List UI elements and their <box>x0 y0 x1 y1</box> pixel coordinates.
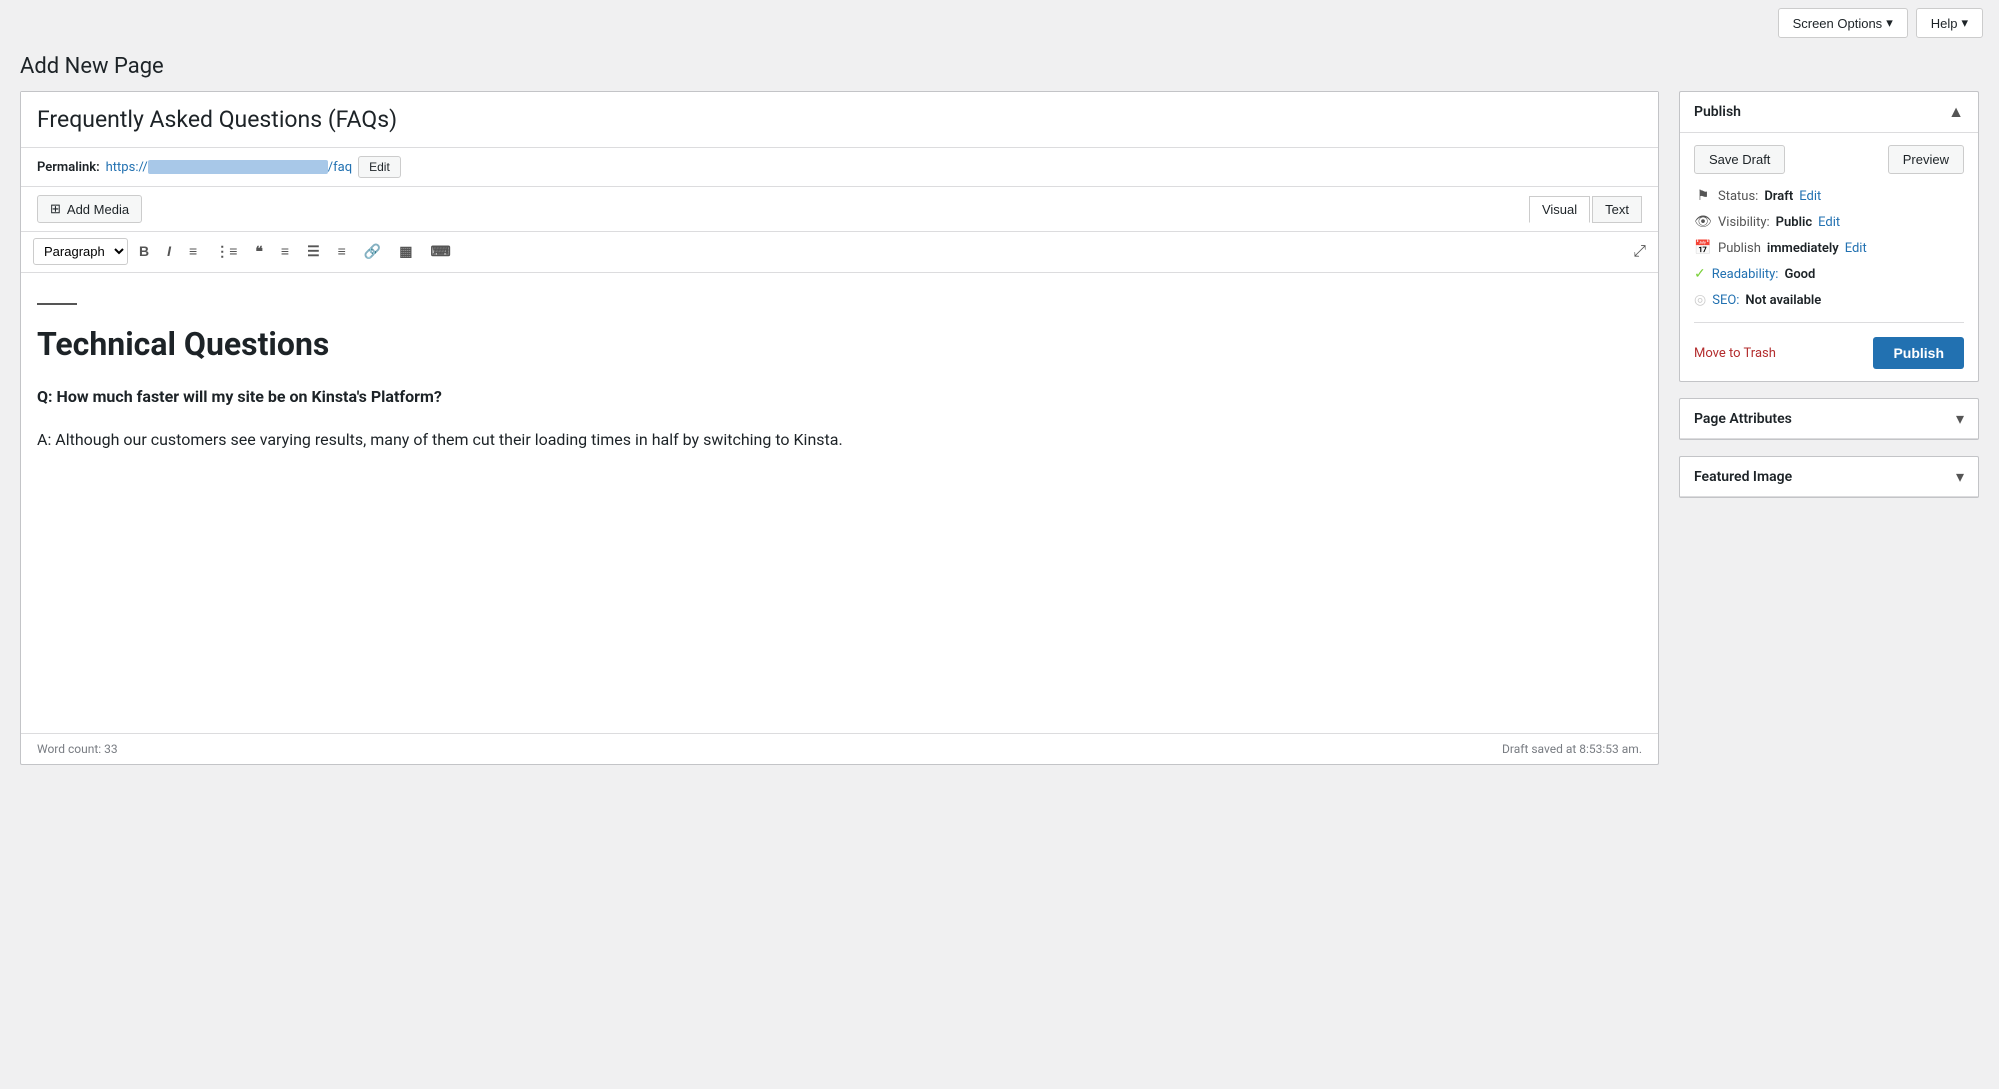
permalink-blurred <box>148 160 328 174</box>
help-chevron-icon: ▾ <box>1961 15 1968 31</box>
permalink-edit-button[interactable]: Edit <box>358 156 401 178</box>
page-attributes-title: Page Attributes <box>1694 411 1792 427</box>
word-count: Word count: 33 <box>37 742 118 756</box>
editor-answer: A: Although our customers see varying re… <box>37 426 1642 453</box>
publish-button[interactable]: Publish <box>1873 337 1964 369</box>
calendar-icon: 📅 <box>1694 240 1712 256</box>
featured-image-panel: Featured Image ▾ <box>1679 456 1979 498</box>
featured-image-toggle-icon: ▾ <box>1956 467 1964 486</box>
screen-options-chevron-icon: ▾ <box>1886 15 1893 31</box>
bold-button[interactable]: B <box>132 238 156 266</box>
add-media-label: Add Media <box>67 202 129 217</box>
visibility-icon: 👁 <box>1694 214 1712 230</box>
editor-heading: Technical Questions <box>37 325 1642 363</box>
seo-link[interactable]: SEO: <box>1712 293 1739 308</box>
help-label: Help <box>1931 16 1958 31</box>
page-attributes-panel: Page Attributes ▾ <box>1679 398 1979 440</box>
blockquote-button[interactable]: ❝ <box>248 238 270 266</box>
move-to-trash-link[interactable]: Move to Trash <box>1694 346 1776 361</box>
link-button[interactable]: 🔗 <box>357 238 388 266</box>
publish-panel-header[interactable]: Publish ▲ <box>1680 92 1978 133</box>
page-attributes-header[interactable]: Page Attributes ▾ <box>1680 399 1978 439</box>
publish-panel-body: Save Draft Preview ⚑ Status: Draft Edit … <box>1680 133 1978 381</box>
publish-time-row: 📅 Publish immediately Edit <box>1694 240 1964 256</box>
publish-time-edit-link[interactable]: Edit <box>1845 241 1867 256</box>
save-draft-button[interactable]: Save Draft <box>1694 145 1785 174</box>
permalink-label: Permalink: <box>37 160 100 175</box>
help-button[interactable]: Help ▾ <box>1916 8 1983 38</box>
status-label: Status: <box>1718 189 1758 204</box>
publish-panel-title: Publish <box>1694 104 1741 120</box>
screen-options-label: Screen Options <box>1793 16 1883 31</box>
seo-row: ◎ SEO: Not available <box>1694 292 1964 308</box>
top-bar: Screen Options ▾ Help ▾ <box>0 0 1999 46</box>
sidebar: Publish ▲ Save Draft Preview ⚑ Status: D… <box>1679 91 1979 514</box>
readability-icon: ✓ <box>1694 266 1706 282</box>
page-attributes-toggle-icon: ▾ <box>1956 409 1964 428</box>
readability-value: Good <box>1784 267 1815 282</box>
draft-saved: Draft saved at 8:53:53 am. <box>1502 742 1642 756</box>
visibility-label: Visibility: <box>1718 215 1770 230</box>
readability-row: ✓ Readability: Good <box>1694 266 1964 282</box>
featured-image-header[interactable]: Featured Image ▾ <box>1680 457 1978 497</box>
permalink-suffix: /faq <box>328 160 352 175</box>
publish-time-value: immediately <box>1767 241 1839 256</box>
editor-divider <box>37 303 77 305</box>
visual-tab[interactable]: Visual <box>1529 196 1590 223</box>
editor-question: Q: How much faster will my site be on Ki… <box>37 383 1642 410</box>
permalink-row: Permalink: https:// /faq Edit <box>21 148 1658 187</box>
status-value: Draft <box>1764 189 1793 204</box>
special-char-button[interactable]: ⌨ <box>423 238 457 266</box>
align-center-button[interactable]: ☰ <box>300 238 327 266</box>
add-media-icon: ⊞ <box>50 201 61 217</box>
table-button[interactable]: ▦ <box>392 238 419 266</box>
publish-time-label: Publish <box>1718 241 1761 256</box>
media-toolbar: ⊞ Add Media Visual Text <box>21 187 1658 232</box>
permalink-url[interactable]: https:// /faq <box>106 160 352 175</box>
visibility-value: Public <box>1776 215 1812 230</box>
add-media-button[interactable]: ⊞ Add Media <box>37 195 142 223</box>
unordered-list-button[interactable]: ≡ <box>182 238 204 266</box>
expand-editor-button[interactable]: ⤢ <box>1633 243 1646 261</box>
seo-icon: ◎ <box>1694 292 1706 308</box>
editor-area: Permalink: https:// /faq Edit ⊞ Add Media… <box>20 91 1659 765</box>
status-icon: ⚑ <box>1694 188 1712 204</box>
format-toolbar: Paragraph B I ≡ ⋮≡ ❝ ≡ ☰ ≡ 🔗 ▦ ⌨ ⤢ <box>21 232 1658 273</box>
main-layout: Permalink: https:// /faq Edit ⊞ Add Media… <box>0 91 1999 785</box>
editor-content[interactable]: Technical Questions Q: How much faster w… <box>21 273 1658 733</box>
ordered-list-button[interactable]: ⋮≡ <box>208 238 244 266</box>
page-title-input[interactable] <box>21 92 1658 148</box>
text-tab[interactable]: Text <box>1592 196 1642 223</box>
permalink-prefix: https:// <box>106 160 148 175</box>
featured-image-title: Featured Image <box>1694 469 1792 485</box>
publish-actions: Move to Trash Publish <box>1694 322 1964 369</box>
editor-footer: Word count: 33 Draft saved at 8:53:53 am… <box>21 733 1658 764</box>
format-select[interactable]: Paragraph <box>33 238 128 265</box>
publish-panel-toggle-icon: ▲ <box>1948 102 1964 122</box>
status-edit-link[interactable]: Edit <box>1799 189 1821 204</box>
status-row: ⚑ Status: Draft Edit <box>1694 188 1964 204</box>
italic-button[interactable]: I <box>160 238 178 266</box>
preview-button[interactable]: Preview <box>1888 145 1964 174</box>
page-title: Add New Page <box>0 46 1999 91</box>
readability-link[interactable]: Readability: <box>1712 267 1779 282</box>
publish-panel: Publish ▲ Save Draft Preview ⚑ Status: D… <box>1679 91 1979 382</box>
visibility-edit-link[interactable]: Edit <box>1818 215 1840 230</box>
seo-value: Not available <box>1745 293 1821 308</box>
align-left-button[interactable]: ≡ <box>274 238 296 266</box>
visibility-row: 👁 Visibility: Public Edit <box>1694 214 1964 230</box>
view-tabs: Visual Text <box>1529 196 1642 223</box>
align-right-button[interactable]: ≡ <box>331 238 353 266</box>
screen-options-button[interactable]: Screen Options ▾ <box>1778 8 1908 38</box>
publish-top-buttons: Save Draft Preview <box>1694 145 1964 174</box>
